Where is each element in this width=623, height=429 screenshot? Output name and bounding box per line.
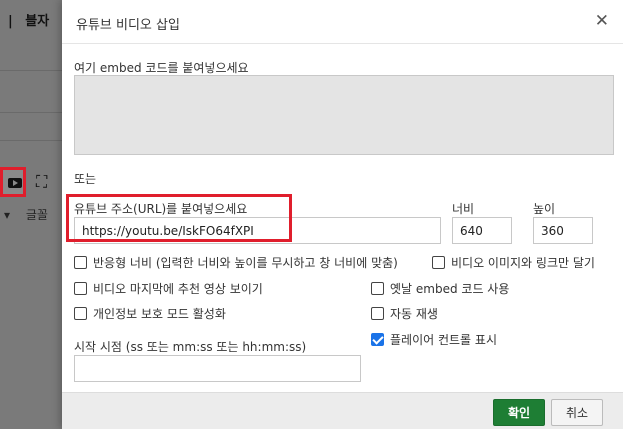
- option-privacy-mode[interactable]: 개인정보 보호 모드 활성화: [74, 305, 226, 321]
- option-old-embed[interactable]: 옛날 embed 코드 사용: [371, 280, 509, 296]
- dialog-footer: 확인 취소: [62, 392, 623, 429]
- chevron-down-icon: ▾: [4, 208, 11, 222]
- width-label: 너비: [452, 202, 475, 216]
- embed-code-textarea[interactable]: [74, 75, 614, 155]
- option-label: 플레이어 컨트롤 표시: [390, 332, 497, 347]
- option-responsive-width[interactable]: 반응형 너비 (입력한 너비와 높이를 무시하고 창 너비에 맞춤): [74, 254, 398, 270]
- cancel-button[interactable]: 취소: [551, 399, 603, 426]
- url-highlight-box: [66, 194, 292, 242]
- youtube-toolbar-button[interactable]: [0, 167, 26, 197]
- option-label: 비디오 마지막에 추천 영상 보이기: [93, 281, 263, 296]
- option-show-related[interactable]: 비디오 마지막에 추천 영상 보이기: [74, 280, 263, 296]
- checkbox[interactable]: [371, 281, 384, 295]
- menu-separator: |: [8, 14, 13, 29]
- divider: [0, 70, 70, 71]
- dialog-title: 유튜브 비디오 삽입: [76, 18, 180, 33]
- checkbox-checked[interactable]: [371, 332, 384, 346]
- youtube-icon: [8, 178, 22, 188]
- width-input[interactable]: 640: [452, 217, 512, 244]
- divider: [0, 140, 70, 141]
- checkbox[interactable]: [74, 255, 87, 269]
- editor-menu: | 블자 |: [0, 10, 66, 50]
- height-input[interactable]: 360: [533, 217, 593, 244]
- checkbox[interactable]: [432, 255, 445, 269]
- checkbox[interactable]: [371, 306, 384, 320]
- or-label: 또는: [74, 172, 97, 186]
- start-time-label: 시작 시점 (ss 또는 mm:ss 또는 hh:mm:ss): [74, 340, 307, 354]
- option-label: 비디오 이미지와 링크만 달기: [451, 255, 595, 270]
- font-label: 글꼴: [25, 208, 48, 222]
- font-selector[interactable]: ▾ 글꼴: [2, 206, 48, 223]
- divider: [0, 112, 70, 113]
- menu-item[interactable]: 블자: [25, 14, 49, 29]
- option-label: 반응형 너비 (입력한 너비와 높이를 무시하고 창 너비에 맞춤): [93, 255, 398, 270]
- start-time-input[interactable]: [74, 355, 361, 382]
- height-label: 높이: [533, 202, 556, 216]
- close-icon[interactable]: ✕: [595, 11, 609, 31]
- option-label: 개인정보 보호 모드 활성화: [93, 306, 226, 321]
- checkbox[interactable]: [74, 306, 87, 320]
- option-label: 옛날 embed 코드 사용: [390, 281, 510, 296]
- option-player-controls[interactable]: 플레이어 컨트롤 표시: [371, 331, 497, 347]
- youtube-insert-dialog: 유튜브 비디오 삽입 ✕ 여기 embed 코드를 붙여넣으세요 또는 유튜브 …: [62, 0, 623, 429]
- option-image-link-only[interactable]: 비디오 이미지와 링크만 달기: [432, 254, 595, 270]
- option-autoplay[interactable]: 자동 재생: [371, 305, 438, 321]
- checkbox[interactable]: [74, 281, 87, 295]
- ok-button[interactable]: 확인: [493, 399, 545, 426]
- dialog-header: 유튜브 비디오 삽입 ✕: [62, 0, 623, 44]
- option-label: 자동 재생: [390, 306, 438, 321]
- editor-background: | 블자 | ⛶ ▾ 글꼴: [0, 0, 70, 429]
- embed-label: 여기 embed 코드를 붙여넣으세요: [74, 61, 249, 75]
- fullscreen-icon[interactable]: ⛶: [36, 172, 47, 192]
